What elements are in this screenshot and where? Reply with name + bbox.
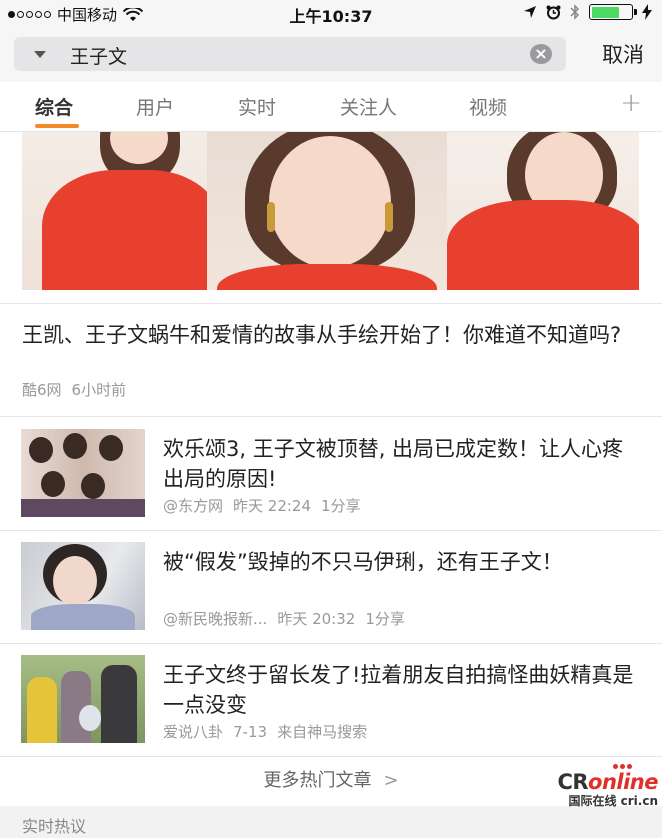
tab-users[interactable]: 用户 [136, 93, 174, 120]
feature-article-image[interactable] [22, 132, 639, 290]
photo-panel-left [22, 132, 212, 290]
location-arrow-icon [524, 6, 536, 18]
search-input[interactable]: 王子文 × [14, 37, 566, 71]
article-thumbnail [21, 655, 145, 743]
list-item[interactable]: 被“假发”毁掉的不只马伊琍，还有王子文！ @新民晚报新... 昨天 20:32 1分… [0, 530, 662, 643]
divider [0, 303, 662, 304]
article-thumbnail [21, 542, 145, 630]
article-origin: 来自神马搜索 [277, 723, 368, 741]
add-tab-icon[interactable]: + [620, 88, 642, 118]
more-articles-label: 更多热门文章 [263, 770, 372, 791]
search-scope-dropdown-icon[interactable] [34, 51, 46, 58]
tab-video[interactable]: 视频 [469, 93, 507, 120]
article-source: 爱说八卦 [163, 723, 224, 741]
article-title[interactable]: 被“假发”毁掉的不只马伊琍，还有王子文！ [163, 547, 643, 577]
article-source: 酷6网 [22, 381, 62, 399]
watermark-logo: CRonline [557, 770, 658, 794]
article-shares: 1分享 [365, 610, 405, 628]
feature-article-meta: 酷6网 6小时前 [22, 379, 136, 400]
article-time: 7-13 [233, 723, 268, 741]
article-title[interactable]: 王子文终于留长发了!拉着朋友自拍搞怪曲妖精真是一点没变 [163, 660, 643, 720]
alarm-icon [546, 5, 561, 19]
cri-online-watermark: CRonline 国际在线 cri.cn [557, 764, 658, 809]
article-source: @新民晚报新... [163, 610, 268, 628]
article-thumbnail [21, 429, 145, 517]
clear-icon[interactable]: × [530, 44, 552, 64]
search-row: 王子文 × 取消 [0, 26, 662, 82]
category-tabs: 综合 用户 实时 关注人 视频 + [0, 82, 662, 132]
list-item[interactable]: 王子文终于留长发了!拉着朋友自拍搞怪曲妖精真是一点没变 爱说八卦 7-13 来自神马… [0, 643, 662, 756]
watermark-subtitle: 国际在线 cri.cn [568, 794, 658, 808]
tab-realtime[interactable]: 实时 [238, 93, 276, 120]
tab-followed[interactable]: 关注人 [340, 93, 397, 120]
section-title: 实时热议 [22, 817, 87, 836]
tab-comprehensive[interactable]: 综合 [35, 93, 73, 120]
chevron-right-icon: > [383, 770, 399, 791]
feature-article-title[interactable]: 王凯、王子文蜗牛和爱情的故事从手绘开始了！你难道不知道吗? [22, 320, 642, 350]
photo-panel-center [207, 132, 447, 290]
bluetooth-icon [570, 4, 580, 20]
status-bar: 中国移动 上午10:37 [0, 0, 662, 26]
article-time: 6小时前 [71, 381, 127, 399]
battery-icon [589, 4, 637, 20]
photo-panel-right [447, 132, 639, 290]
article-meta: @新民晚报新... 昨天 20:32 1分享 [163, 608, 415, 629]
active-tab-indicator [35, 124, 79, 128]
search-query-text[interactable]: 王子文 [70, 42, 127, 69]
article-time: 昨天 22:24 [233, 497, 312, 515]
article-title[interactable]: 欢乐颂3, 王子文被顶替, 出局已成定数！让人心疼出局的原因! [163, 434, 643, 494]
article-source: @东方网 [163, 497, 224, 515]
article-time: 昨天 20:32 [277, 610, 356, 628]
charging-icon [642, 4, 652, 20]
article-meta: 爱说八卦 7-13 来自神马搜索 [163, 721, 377, 742]
article-shares: 1分享 [321, 497, 361, 515]
cancel-button[interactable]: 取消 [602, 39, 644, 69]
list-item[interactable]: 欢乐颂3, 王子文被顶替, 出局已成定数！让人心疼出局的原因! @东方网 昨天 2… [0, 417, 662, 530]
article-meta: @东方网 昨天 22:24 1分享 [163, 495, 371, 516]
watermark-dots-icon [613, 764, 633, 769]
section-header-band [0, 806, 662, 838]
status-right [523, 4, 652, 20]
